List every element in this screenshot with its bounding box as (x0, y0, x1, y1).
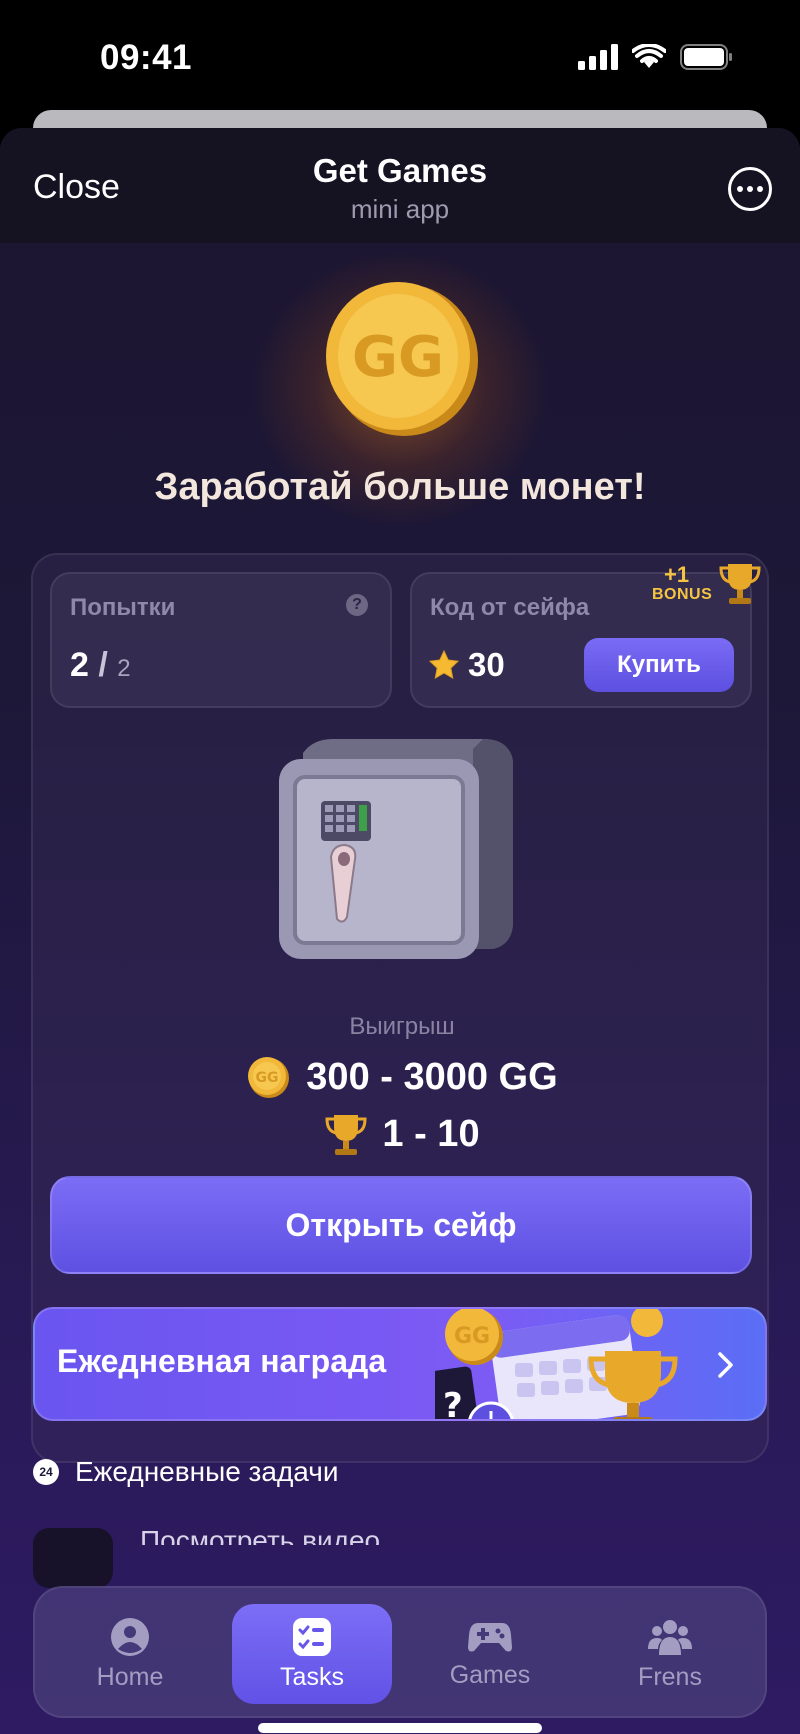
checklist-icon (293, 1617, 331, 1656)
attempts-label: Попытки (70, 594, 176, 621)
trophy-icon (325, 1115, 367, 1155)
cellular-signal-icon (578, 44, 618, 70)
safe-code-box: Код от сейфа 30 Купить +1 BONUS (410, 562, 761, 708)
app-title: Get Games (312, 152, 488, 189)
attempts-max: 2 (117, 655, 131, 682)
status-icons (578, 44, 734, 70)
trophy-range: 1 - 10 (382, 1112, 480, 1155)
mini-app-sheet: Close Get Games mini app GG Заработай бо… (0, 128, 800, 1734)
safe-code-label: Код от сейфа (430, 594, 590, 621)
daily-reward-label: Ежедневная награда (57, 1343, 387, 1379)
app-subtitle: mini app (350, 194, 450, 224)
bottom-nav: Home Tasks Games Frens (33, 1586, 767, 1718)
svg-text:GG: GG (352, 325, 444, 390)
more-options-icon[interactable] (728, 167, 772, 211)
nav-games[interactable]: Games (410, 1604, 570, 1704)
nav-frens[interactable]: Frens (590, 1604, 750, 1704)
calendar-rewards-icon: ? GG (435, 1309, 678, 1421)
status-bar: 09:41 (0, 0, 800, 120)
wifi-icon (632, 44, 666, 68)
svg-text:?: ? (443, 1386, 463, 1421)
gg-coin-icon: GG (248, 1057, 290, 1098)
attempts-used: 2 (70, 646, 89, 684)
task-thumbnail[interactable] (33, 1528, 113, 1588)
friends-icon (648, 1619, 692, 1655)
24h-icon: 24 (33, 1459, 59, 1485)
svg-text:GG: GG (256, 1070, 279, 1086)
star-icon (428, 649, 460, 679)
task-title[interactable]: Посмотреть видео (140, 1525, 380, 1545)
bonus-plus: +1 (664, 562, 690, 587)
daily-tasks-label: Ежедневные задачи (75, 1456, 339, 1487)
battery-icon (680, 44, 732, 70)
svg-text:GG: GG (454, 1324, 490, 1349)
trophy-icon (719, 564, 761, 604)
nav-games-label: Games (449, 1660, 531, 1689)
gg-coin-icon: GG (326, 282, 478, 436)
app-header: Close Get Games mini app (0, 128, 800, 243)
person-icon (111, 1617, 149, 1656)
chevron-right-icon (718, 1352, 733, 1378)
winnings-label: Выигрыш (349, 1013, 455, 1040)
trophy-reward: 1 - 10 (33, 1111, 771, 1157)
bonus-word: BONUS (652, 586, 713, 603)
daily-reward-banner[interactable]: Ежедневная награда ? GG (33, 1307, 767, 1421)
safe-image (279, 739, 513, 959)
hero-title: Заработай больше монет! (154, 466, 646, 508)
gamepad-icon (468, 1622, 512, 1651)
attempts-slash: / (98, 646, 108, 684)
open-safe-button[interactable]: Открыть сейф (50, 1176, 752, 1274)
attempts-box: Попытки ? 2 / 2 (50, 572, 392, 708)
nav-frens-label: Frens (638, 1662, 702, 1691)
home-indicator (258, 1723, 542, 1733)
bonus-badge: +1 BONUS (652, 560, 762, 610)
nav-home[interactable]: Home (50, 1604, 210, 1704)
nav-tasks[interactable]: Tasks (232, 1604, 392, 1704)
buy-button[interactable]: Купить (584, 638, 734, 692)
attempts-value: 2 / 2 (70, 646, 131, 685)
coins-reward: GG 300 - 3000 GG (33, 1055, 771, 1099)
status-time: 09:41 (100, 38, 193, 77)
safe-code-price-value: 30 (468, 646, 505, 683)
safe-code-price: 30 (428, 646, 505, 684)
nav-home-label: Home (96, 1662, 164, 1691)
help-icon[interactable]: ? (346, 594, 368, 616)
nav-tasks-label: Tasks (280, 1662, 344, 1691)
daily-tasks-header: 24 Ежедневные задачи (33, 1456, 338, 1488)
coins-range: 300 - 3000 GG (306, 1055, 558, 1098)
